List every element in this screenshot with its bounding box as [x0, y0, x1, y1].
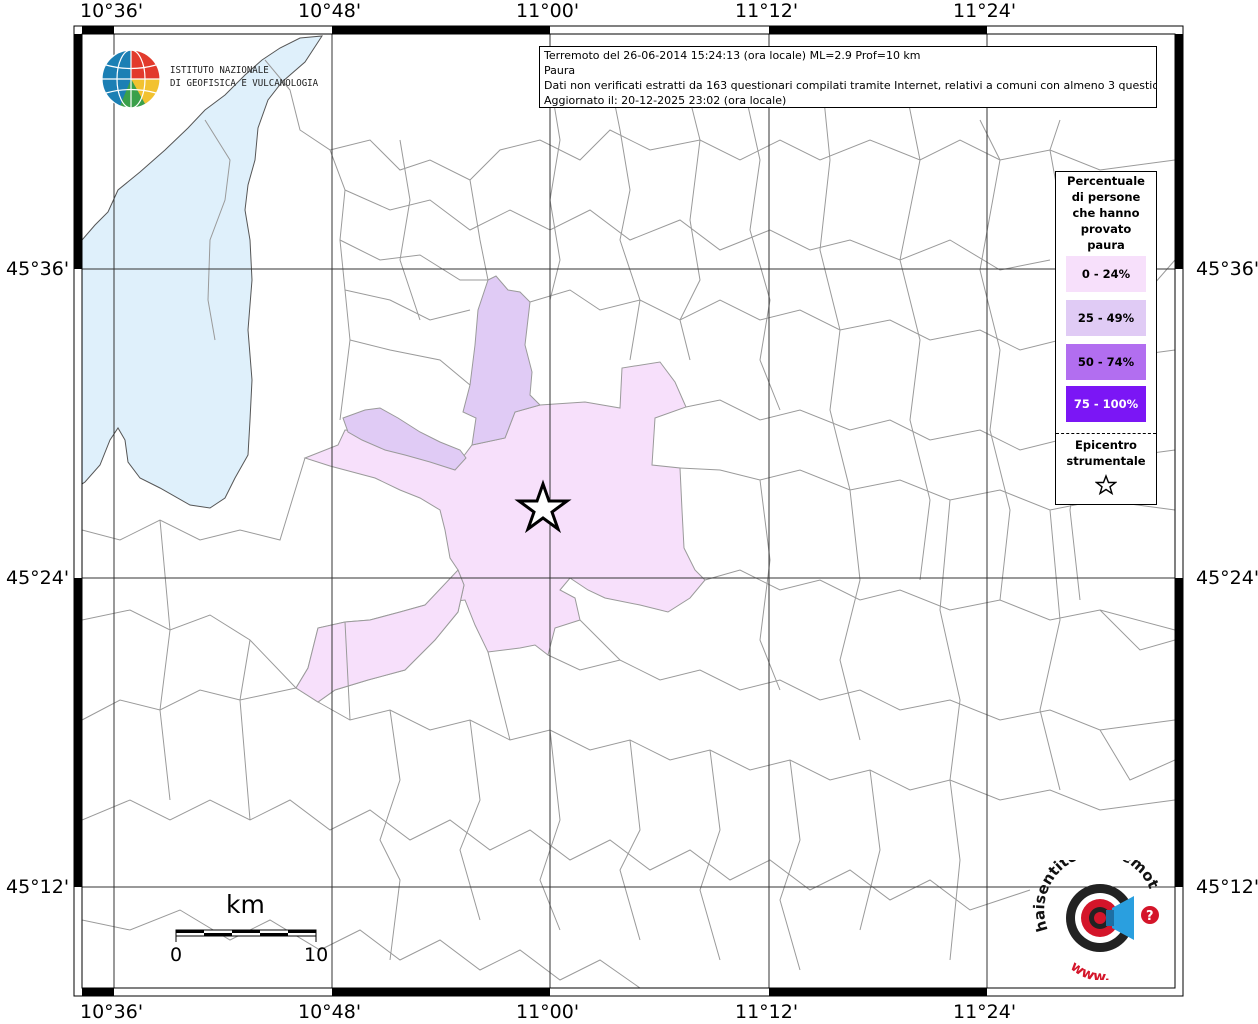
lat-label-right-1: 45°36' [1196, 258, 1258, 280]
event-info-box: Terremoto del 26-06-2014 15:24:13 (ora l… [539, 46, 1157, 108]
legend-class-75-100: 75 - 100% [1066, 386, 1146, 422]
svg-text:www.: www. [1067, 958, 1110, 980]
lon-label-top-3: 11°00' [516, 0, 580, 22]
legend-class-50-74: 50 - 74% [1066, 344, 1146, 380]
question-mark: ? [1146, 909, 1154, 924]
lat-label-right-3: 45°12' [1196, 876, 1258, 898]
legend-class-label: 0 - 24% [1081, 267, 1131, 281]
scale-unit: km [226, 890, 265, 919]
lon-label-bottom-5: 11°24' [953, 1001, 1017, 1023]
ingv-name-line2: DI GEOFISICA E VULCANOLOGIA [170, 78, 319, 89]
legend: Percentuale di persone che hanno provato… [1055, 171, 1157, 505]
scale-max-label: 10 [304, 944, 329, 966]
lat-label-right-2: 45°24' [1196, 567, 1258, 589]
scale-min-label: 0 [170, 944, 183, 966]
haisentito-logo: haisentitoilterremoto.it www. ? [1030, 860, 1163, 980]
lat-label-left-1: 45°36' [6, 258, 70, 280]
lon-label-bottom-1: 10°36' [80, 1001, 144, 1023]
lon-label-top-2: 10°48' [298, 0, 362, 22]
ingv-name: ISTITUTO NAZIONALE DI GEOFISICA E VULCAN… [170, 64, 318, 90]
legend-class-label: 75 - 100% [1073, 397, 1139, 411]
haisentito-www: www. [1067, 958, 1110, 980]
data-disclaimer: Dati non verificati estratti da 163 ques… [544, 79, 1157, 92]
legend-class-25-49: 25 - 49% [1066, 300, 1146, 336]
legend-class-label: 50 - 74% [1077, 355, 1135, 369]
legend-class-0-24: 0 - 24% [1066, 256, 1146, 292]
lon-label-bottom-2: 10°48' [298, 1001, 362, 1023]
legend-class-label: 25 - 49% [1077, 311, 1135, 325]
ingv-globe-icon [101, 49, 161, 109]
lat-label-left-2: 45°24' [6, 567, 70, 589]
lon-label-top-1: 10°36' [80, 0, 144, 22]
lon-label-bottom-4: 11°12' [735, 1001, 799, 1023]
lat-label-left-3: 45°12' [6, 876, 70, 898]
lon-label-bottom-3: 11°00' [516, 1001, 580, 1023]
legend-star-icon [1095, 474, 1117, 496]
update-timestamp: Aggiornato il: 20-12-2025 23:02 (ora loc… [544, 94, 787, 107]
ingv-name-line1: ISTITUTO NAZIONALE [170, 65, 269, 76]
map-parameter: Paura [544, 64, 576, 77]
legend-epicenter-label: Epicentro strumentale [1066, 438, 1146, 468]
legend-divider [1056, 433, 1156, 434]
lon-label-top-4: 11°12' [735, 0, 799, 22]
lon-label-top-5: 11°24' [953, 0, 1017, 22]
legend-title: Percentuale di persone che hanno provato… [1067, 174, 1145, 252]
event-details: Terremoto del 26-06-2014 15:24:13 (ora l… [544, 49, 921, 62]
